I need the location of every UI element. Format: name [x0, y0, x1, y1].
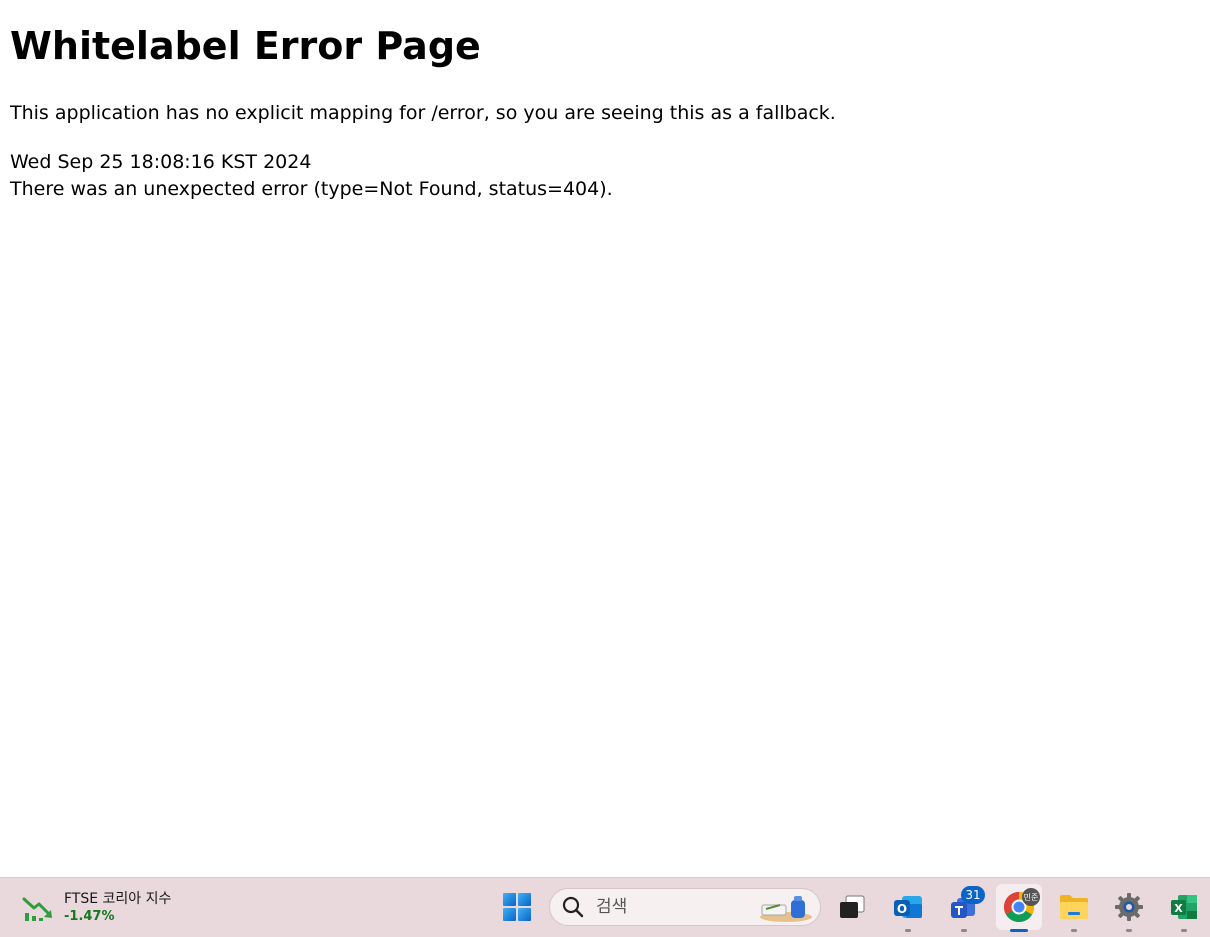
page-title: Whitelabel Error Page [10, 24, 481, 68]
chrome-profile-badge: 민준 [1022, 888, 1040, 906]
teams-badge: 31 [961, 886, 985, 904]
outlook-button[interactable]: O [885, 884, 931, 932]
file-explorer-button[interactable] [1051, 884, 1097, 932]
excel-icon: X [1171, 895, 1197, 919]
taskbar-search[interactable] [549, 888, 821, 926]
task-view-button[interactable] [829, 884, 875, 930]
error-detail: There was an unexpected error (type=Not … [10, 178, 613, 200]
widget-text: FTSE 코리아 지수 -1.47% [64, 890, 171, 926]
error-info: Wed Sep 25 18:08:16 KST 2024 There was a… [10, 149, 613, 203]
start-button[interactable] [494, 884, 540, 930]
settings-indicator [1126, 929, 1132, 932]
search-highlight-icon [760, 896, 812, 922]
folder-icon [1060, 895, 1088, 919]
outlook-icon: O [894, 896, 922, 918]
taskbar: FTSE 코리아 지수 -1.47% 검색 O 31 민준 X [0, 877, 1210, 937]
gear-icon [1115, 893, 1143, 921]
stock-down-icon [22, 897, 52, 921]
search-input[interactable] [594, 896, 748, 918]
file-explorer-indicator [1071, 929, 1077, 932]
stock-widget[interactable]: FTSE 코리아 지수 -1.47% [22, 888, 171, 928]
error-message: This application has no explicit mapping… [10, 102, 836, 124]
task-view-icon [840, 895, 865, 918]
search-icon [562, 896, 584, 918]
chrome-indicator [1010, 929, 1028, 932]
settings-button[interactable] [1106, 884, 1152, 932]
chrome-button[interactable]: 민준 [996, 884, 1042, 932]
widget-value: -1.47% [64, 909, 115, 924]
teams-button[interactable]: 31 [941, 884, 987, 932]
error-page: Whitelabel Error Page This application h… [0, 0, 1210, 877]
excel-button[interactable]: X [1161, 884, 1207, 932]
widget-title: FTSE 코리아 지수 [64, 891, 172, 907]
svg-text:X: X [1174, 902, 1183, 915]
outlook-indicator [905, 929, 911, 932]
windows-logo-icon [503, 893, 531, 921]
svg-text:O: O [897, 902, 907, 916]
excel-indicator [1181, 929, 1187, 932]
teams-indicator [961, 929, 967, 932]
error-timestamp: Wed Sep 25 18:08:16 KST 2024 [10, 151, 312, 173]
